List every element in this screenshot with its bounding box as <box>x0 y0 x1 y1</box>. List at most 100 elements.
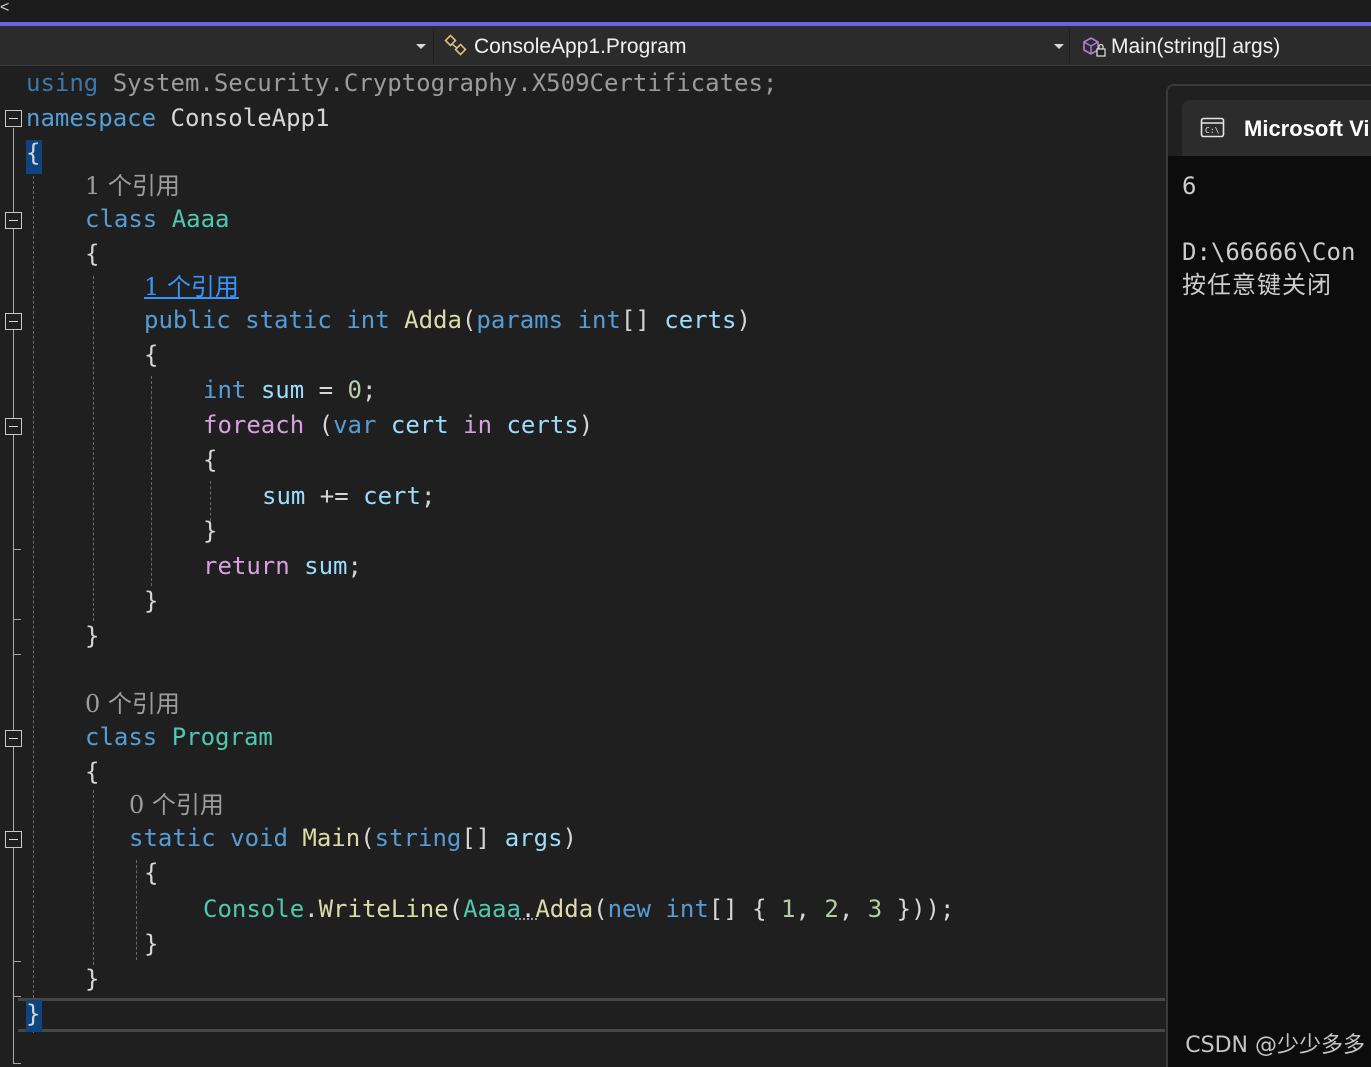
chevron-down-icon <box>1054 44 1064 49</box>
class-dropdown[interactable]: ConsoleApp1.Program <box>438 29 1070 63</box>
local-variable: sum <box>260 376 305 404</box>
keyword-public: public <box>144 306 231 334</box>
keyword-return: return <box>203 552 290 580</box>
paren: ( <box>461 306 477 334</box>
keyword-int: int <box>665 895 709 923</box>
class-name: Console <box>203 895 305 923</box>
collapse-icon[interactable] <box>5 110 22 127</box>
terminal-icon: C:\ <box>1200 116 1226 145</box>
collapse-icon[interactable] <box>5 418 22 435</box>
console-titlebar: C:\ Microsoft Vi <box>1168 86 1371 156</box>
close-brace: } <box>144 930 159 958</box>
paren: ( <box>448 895 464 923</box>
codelens-references[interactable]: 1 个引用 <box>85 169 180 204</box>
local-variable: cert <box>390 411 449 439</box>
collapse-icon[interactable] <box>5 313 22 330</box>
outlining-margin <box>0 66 26 1067</box>
semicolon: ; <box>361 376 377 404</box>
class-name: Aaaa <box>171 205 230 233</box>
code-line-sum-decl[interactable]: int sum = 0; <box>203 373 376 408</box>
code-line-brace[interactable]: { <box>144 338 158 373</box>
parameter-name: args <box>504 824 563 852</box>
comma: , <box>795 895 825 923</box>
code-line-class-program[interactable]: class Program <box>85 720 273 755</box>
code-line-brace[interactable]: } <box>144 584 158 619</box>
namespace-name: ConsoleApp1 <box>156 104 330 132</box>
outline-end-tick <box>13 961 21 962</box>
keyword-int: int <box>203 376 247 404</box>
code-line-brace[interactable]: } <box>26 997 40 1032</box>
comma: , <box>838 895 868 923</box>
code-line-class-aaaa[interactable]: class Aaaa <box>85 202 230 237</box>
code-line-foreach[interactable]: foreach (var cert in certs) <box>203 408 593 443</box>
method-name: WriteLine <box>318 895 449 923</box>
paren: ) <box>562 824 577 852</box>
chevron-left-icon[interactable]: < <box>0 0 9 16</box>
console-window[interactable]: C:\ Microsoft Vi 6 D:\66666\Con 按任意键关闭 <box>1166 84 1371 1067</box>
ide-window: < ConsoleApp1.Program Main(string[] args… <box>0 0 1371 1067</box>
code-line-brace[interactable]: } <box>144 927 158 962</box>
paren: ) <box>578 411 594 439</box>
console-tab[interactable]: C:\ Microsoft Vi <box>1182 100 1371 156</box>
code-line-brace[interactable]: { <box>85 755 99 790</box>
local-variable: cert <box>363 482 421 510</box>
indent-guide <box>151 376 152 586</box>
method-lock-icon <box>1080 34 1108 65</box>
keyword-static: static <box>245 306 332 334</box>
number-literal: 2 <box>824 895 839 923</box>
code-line-brace[interactable]: { <box>85 237 99 272</box>
keyword-using: using <box>26 69 99 97</box>
navigation-bar: ConsoleApp1.Program Main(string[] args) <box>0 26 1371 66</box>
code-line-return[interactable]: return sum; <box>203 549 362 584</box>
code-line-brace[interactable]: { <box>26 136 40 171</box>
open-brace: { <box>26 139 41 167</box>
code-line-brace[interactable]: { <box>144 856 158 891</box>
parameter-name: certs <box>664 306 737 334</box>
code-line-method-adda[interactable]: public static int Adda(params int[] cert… <box>144 303 751 338</box>
array-initializer-open: [] { <box>708 895 782 923</box>
code-editor[interactable]: using System.Security.Cryptography.X509C… <box>0 66 1165 1067</box>
paren: ( <box>593 895 608 923</box>
indent-guide <box>93 790 94 965</box>
svg-text:C:\: C:\ <box>1205 126 1220 135</box>
code-line-brace[interactable]: { <box>203 443 217 478</box>
member-dropdown[interactable]: Main(string[] args) <box>1074 29 1371 63</box>
collapse-icon[interactable] <box>5 212 22 229</box>
class-name: Aaaa <box>463 895 521 923</box>
number-literal: 1 <box>781 895 796 923</box>
codelens-references[interactable]: 0 个引用 <box>85 687 180 722</box>
code-line-sum-add[interactable]: sum += cert; <box>262 479 435 514</box>
method-name: Adda <box>535 895 594 923</box>
collapse-icon[interactable] <box>5 831 22 848</box>
outline-end-tick <box>13 1063 21 1064</box>
method-name: Adda <box>404 306 462 334</box>
top-toolbar-strip: < <box>0 0 1371 24</box>
code-line-brace[interactable]: } <box>203 514 217 549</box>
code-line-namespace[interactable]: namespace ConsoleApp1 <box>26 101 329 136</box>
code-line-writeline[interactable]: Console.WriteLine(Aaaa.Adda(new int[] { … <box>203 892 954 927</box>
open-brace: { <box>85 758 100 786</box>
keyword-int: int <box>577 306 621 334</box>
dot: . <box>304 895 319 923</box>
keyword-class: class <box>85 205 158 233</box>
code-line-brace[interactable]: } <box>85 962 99 997</box>
number-literal: 3 <box>867 895 883 923</box>
code-line-using[interactable]: using System.Security.Cryptography.X509C… <box>26 66 777 101</box>
code-line-brace[interactable]: } <box>85 619 99 654</box>
project-dropdown[interactable] <box>0 29 434 63</box>
codelens-references-link[interactable]: 1 个引用 <box>144 270 239 305</box>
open-brace: { <box>144 859 159 887</box>
method-name: Main <box>302 824 361 852</box>
code-line-method-main[interactable]: static void Main(string[] args) <box>129 821 577 856</box>
parameter-name: certs <box>506 411 579 439</box>
indent-guide <box>33 171 34 1033</box>
keyword-var: var <box>333 411 377 439</box>
dot: . <box>520 895 536 923</box>
close-brace: } <box>85 965 100 993</box>
codelens-references[interactable]: 0 个引用 <box>129 788 224 823</box>
keyword-foreach: foreach <box>203 411 305 439</box>
operator: += <box>305 482 364 510</box>
paren: ( <box>360 824 375 852</box>
collapse-icon[interactable] <box>5 730 22 747</box>
class-name: Program <box>171 723 273 751</box>
